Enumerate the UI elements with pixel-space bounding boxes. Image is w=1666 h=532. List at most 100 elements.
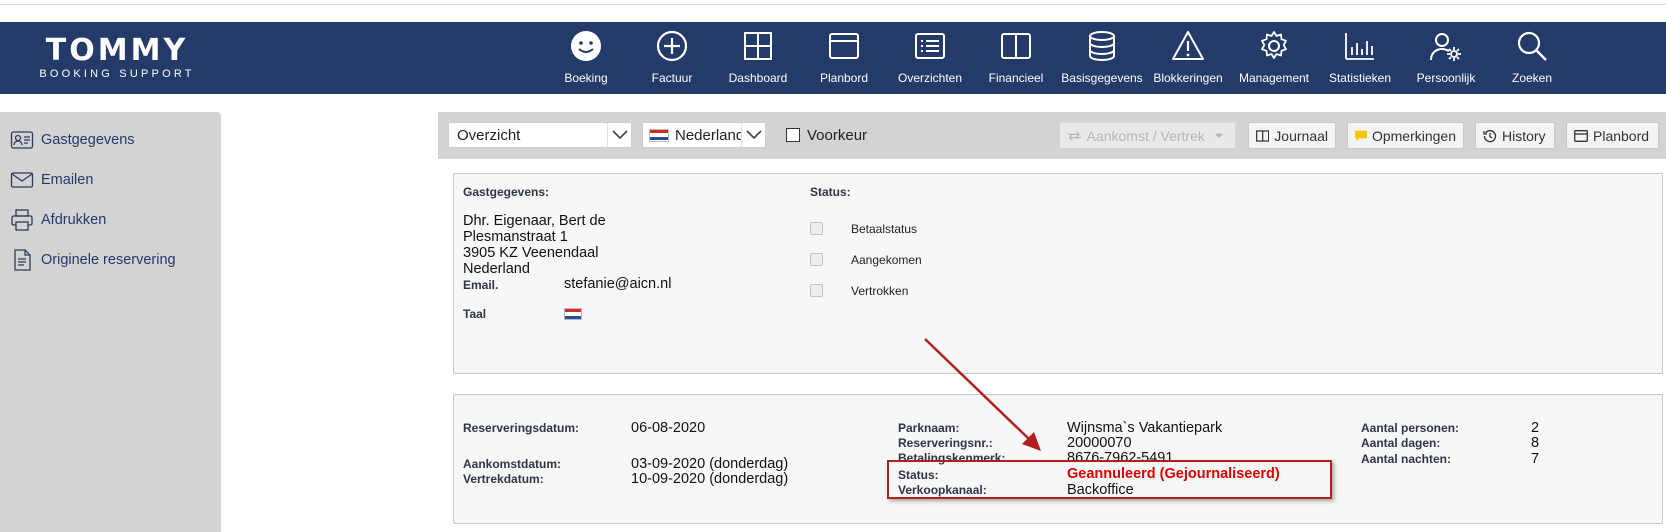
departure-date-value: 10-09-2020 (donderdag) bbox=[631, 471, 789, 487]
dutch-flag-icon bbox=[649, 128, 669, 142]
arrival-departure-button[interactable]: Aankomst / Vertrek bbox=[1059, 122, 1236, 149]
checkbox-box[interactable] bbox=[786, 128, 800, 142]
view-select-value: Overzicht bbox=[457, 126, 521, 144]
vertrokken-label: Vertrokken bbox=[851, 284, 909, 298]
history-button[interactable]: History bbox=[1475, 122, 1555, 149]
printer-icon bbox=[11, 209, 33, 231]
bar-chart-icon bbox=[1345, 33, 1374, 60]
planbord-label: Planbord bbox=[1593, 127, 1650, 144]
comment-icon bbox=[1355, 130, 1367, 141]
sidebar-item-label: Gastgegevens bbox=[41, 132, 135, 148]
guest-street: Plesmanstraat 1 bbox=[463, 229, 568, 245]
chevron-down-icon bbox=[607, 123, 631, 147]
arrival-departure-label: Aankomst / Vertrek bbox=[1086, 127, 1205, 144]
id-card-icon bbox=[10, 131, 34, 149]
nav-boeking[interactable]: Boeking bbox=[543, 22, 629, 94]
planbord-button[interactable]: Planbord bbox=[1566, 122, 1659, 149]
window-icon bbox=[1574, 129, 1588, 142]
sidebar-item-gastgegevens[interactable]: Gastgegevens bbox=[10, 127, 135, 153]
persons-label: Aantal personen: bbox=[1361, 421, 1460, 435]
nav-label: Management bbox=[1238, 71, 1310, 85]
nav-management[interactable]: Management bbox=[1231, 22, 1317, 94]
language-label: Taal bbox=[463, 307, 487, 321]
view-select[interactable]: Overzicht bbox=[448, 122, 632, 148]
nav-planbord[interactable]: Planbord bbox=[801, 22, 887, 94]
caret-down-icon bbox=[1214, 133, 1223, 138]
days-value: 8 bbox=[1531, 435, 1540, 451]
aangekomen-label: Aangekomen bbox=[851, 253, 922, 267]
sidebar-item-afdrukken[interactable]: Afdrukken bbox=[10, 207, 106, 233]
sidebar-item-label: Afdrukken bbox=[41, 212, 107, 228]
nav-label: Overzichten bbox=[897, 71, 963, 85]
gear-icon bbox=[1261, 31, 1287, 59]
history-icon bbox=[1483, 129, 1497, 142]
nav-basisgegevens[interactable]: Basisgegevens bbox=[1059, 22, 1145, 94]
journal-button[interactable]: Journaal bbox=[1248, 122, 1336, 149]
nav-label: Blokkeringen bbox=[1153, 71, 1223, 85]
nav-label: Boeking bbox=[564, 71, 608, 85]
nav-blokkeringen[interactable]: Blokkeringen bbox=[1145, 22, 1231, 94]
preference-checkbox[interactable]: Voorkeur bbox=[786, 124, 867, 146]
email-label: Email. bbox=[463, 278, 499, 292]
columns-icon bbox=[1001, 33, 1031, 59]
reservation-nr-value: 20000070 bbox=[1067, 435, 1132, 451]
swap-arrows-icon bbox=[1067, 131, 1081, 140]
nav-label: Statistieken bbox=[1328, 71, 1392, 85]
nav-label: Basisgegevens bbox=[1061, 71, 1143, 85]
guest-status-panel: Gastgegevens: Dhr. Eigenaar, Bert de Ple… bbox=[453, 173, 1663, 374]
sidebar: Gastgegevens Emailen Afdrukken Originele… bbox=[0, 112, 221, 532]
guest-name: Dhr. Eigenaar, Bert de bbox=[463, 213, 606, 229]
nights-label: Aantal nachten: bbox=[1361, 452, 1452, 466]
guest-email: stefanie@aicn.nl bbox=[564, 276, 672, 292]
nav-label: Persoonlijk bbox=[1416, 71, 1476, 85]
reservation-date-label: Reserveringsdatum: bbox=[463, 421, 580, 435]
remarks-label: Opmerkingen bbox=[1371, 127, 1456, 144]
persons-value: 2 bbox=[1531, 420, 1540, 436]
preference-label: Voorkeur bbox=[807, 126, 868, 144]
nav-dashboard[interactable]: Dashboard bbox=[715, 22, 801, 94]
aangekomen-checkbox[interactable] bbox=[810, 253, 823, 266]
top-divider bbox=[0, 4, 1666, 5]
nav-statistieken[interactable]: Statistieken bbox=[1317, 22, 1403, 94]
remarks-button[interactable]: Opmerkingen bbox=[1347, 122, 1464, 149]
nav-label: Planbord bbox=[819, 71, 869, 85]
reservation-date-value: 06-08-2020 bbox=[631, 420, 706, 436]
document-icon bbox=[14, 249, 31, 271]
nav-factuur[interactable]: Factuur bbox=[629, 22, 715, 94]
reservation-details-panel: Reserveringsdatum: 06-08-2020 Aankomstda… bbox=[453, 394, 1663, 524]
departure-date-label: Vertrekdatum: bbox=[463, 472, 544, 486]
language-select-value: Nederlands bbox=[675, 126, 741, 144]
sidebar-item-emailen[interactable]: Emailen bbox=[10, 167, 93, 193]
journal-label: Journaal bbox=[1274, 127, 1328, 144]
sidebar-item-originele-reservering[interactable]: Originele reservering bbox=[10, 247, 176, 273]
park-value: Wijnsma`s Vakantiepark bbox=[1067, 420, 1223, 436]
logo-main-text: TOMMY bbox=[45, 33, 189, 68]
plus-circle-icon bbox=[656, 30, 688, 62]
smiley-icon bbox=[571, 31, 601, 61]
top-navigation-bar: TOMMY BOOKING SUPPORT Boeking Factuur Da… bbox=[0, 22, 1666, 94]
main-nav: Boeking Factuur Dashboard Planbord Overz… bbox=[543, 22, 1575, 94]
vertrokken-checkbox[interactable] bbox=[810, 284, 823, 297]
list-icon bbox=[915, 33, 945, 59]
days-label: Aantal dagen: bbox=[1361, 436, 1441, 450]
database-icon bbox=[1089, 31, 1115, 62]
nav-financieel[interactable]: Financieel bbox=[973, 22, 1059, 94]
nav-zoeken[interactable]: Zoeken bbox=[1489, 22, 1575, 94]
dutch-flag-icon bbox=[564, 308, 582, 320]
sidebar-item-label: Emailen bbox=[41, 172, 94, 188]
reservation-nr-label: Reserveringsnr.: bbox=[898, 436, 993, 450]
nav-overzichten[interactable]: Overzichten bbox=[887, 22, 973, 94]
book-icon bbox=[1256, 129, 1270, 142]
reservation-toolbar: Overzicht Nederlands Voorkeur Aankomst /… bbox=[438, 112, 1666, 159]
sidebar-item-label: Originele reservering bbox=[41, 252, 176, 268]
language-select[interactable]: Nederlands bbox=[642, 122, 766, 148]
betaalstatus-checkbox[interactable] bbox=[810, 222, 823, 235]
arrival-date-value: 03-09-2020 (donderdag) bbox=[631, 456, 789, 472]
history-label: History bbox=[1502, 127, 1546, 144]
nights-value: 7 bbox=[1531, 451, 1540, 467]
arrival-date-label: Aankomstdatum: bbox=[463, 457, 562, 471]
tommy-logo[interactable]: TOMMY BOOKING SUPPORT bbox=[22, 33, 212, 81]
status-section-label: Status: bbox=[810, 185, 851, 199]
guest-country: Nederland bbox=[463, 261, 530, 277]
nav-persoonlijk[interactable]: Persoonlijk bbox=[1403, 22, 1489, 94]
